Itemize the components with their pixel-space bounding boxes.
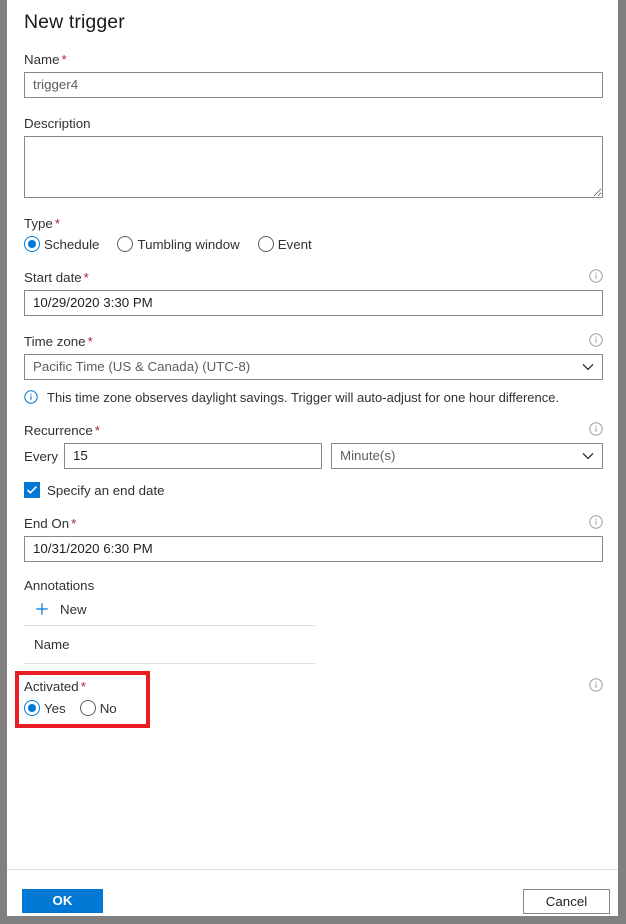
activated-label: Activated * — [24, 679, 86, 694]
recurrence-unit-value: Minute(s) — [340, 448, 396, 463]
info-icon[interactable] — [589, 269, 603, 283]
annotations-column-header-name: Name — [34, 637, 70, 652]
name-label: Name * — [24, 52, 67, 67]
time-zone-dropdown[interactable]: Pacific Time (US & Canada) (UTC-8) — [24, 354, 603, 380]
dialog-body: New trigger Name * trigger4 Description T… — [7, 0, 618, 869]
name-field-group: Name * trigger4 — [24, 51, 603, 98]
new-trigger-dialog: New trigger Name * trigger4 Description T… — [7, 0, 618, 916]
type-radio-group: Schedule Tumbling window Event — [24, 236, 603, 252]
activated-radio-yes[interactable]: Yes — [24, 700, 66, 716]
start-date-field-group: Start date * 10/29/2020 3:30 PM — [24, 269, 603, 316]
plus-icon — [34, 601, 50, 617]
chevron-down-icon — [582, 355, 594, 379]
radio-unselected-icon — [257, 236, 274, 252]
time-zone-value: Pacific Time (US & Canada) (UTC-8) — [33, 359, 251, 374]
required-asterisk: * — [71, 516, 77, 531]
info-icon[interactable] — [589, 515, 603, 529]
type-radio-event[interactable]: Event — [257, 236, 312, 252]
start-date-label: Start date * — [24, 270, 89, 285]
recurrence-field-group: Recurrence * Every 15 Minute(s) — [24, 422, 603, 469]
time-zone-label: Time zone * — [24, 334, 93, 349]
description-field-group: Description — [24, 115, 603, 198]
recurrence-every-label: Every — [24, 448, 58, 464]
time-zone-field-group: Time zone * Pacific Time (US & Canada) (U… — [24, 333, 603, 380]
dialog-footer: OK Cancel — [7, 869, 618, 916]
required-asterisk: * — [83, 270, 89, 285]
end-on-label: End On * — [24, 516, 77, 531]
name-input[interactable]: trigger4 — [24, 72, 603, 98]
required-asterisk: * — [87, 334, 93, 349]
activated-field-group: Activated * Yes No — [15, 671, 603, 728]
type-radio-tumbling-window[interactable]: Tumbling window — [117, 236, 240, 252]
window-frame: New trigger Name * trigger4 Description T… — [0, 0, 626, 924]
add-annotation-button[interactable]: New — [24, 601, 314, 617]
end-on-field-group: End On * 10/31/2020 6:30 PM — [24, 515, 603, 562]
required-asterisk: * — [54, 216, 61, 231]
required-asterisk: * — [94, 423, 100, 438]
type-radio-schedule-label: Schedule — [44, 236, 100, 252]
activated-radio-group: Yes No — [24, 700, 603, 716]
description-label: Description — [24, 116, 91, 131]
end-on-input[interactable]: 10/31/2020 6:30 PM — [24, 536, 603, 562]
recurrence-unit-dropdown[interactable]: Minute(s) — [331, 443, 603, 469]
type-radio-schedule[interactable]: Schedule — [24, 236, 99, 252]
radio-selected-icon — [24, 236, 40, 252]
recurrence-interval-input[interactable]: 15 — [64, 443, 322, 469]
activated-radio-no[interactable]: No — [79, 700, 117, 716]
recurrence-label: Recurrence * — [24, 423, 100, 438]
required-asterisk: * — [80, 679, 86, 694]
type-radio-event-label: Event — [277, 236, 312, 252]
type-radio-tumbling-window-label: Tumbling window — [137, 236, 240, 252]
info-icon[interactable] — [589, 678, 603, 692]
page-title: New trigger — [24, 11, 125, 33]
radio-selected-icon — [24, 700, 40, 716]
checkbox-checked-icon — [24, 482, 40, 498]
ok-button[interactable]: OK — [22, 889, 103, 913]
required-asterisk: * — [61, 52, 67, 67]
annotations-label: Annotations — [24, 578, 95, 593]
type-label: Type * — [24, 216, 61, 231]
info-icon[interactable] — [589, 333, 603, 347]
time-zone-info-text: This time zone observes daylight savings… — [47, 390, 560, 405]
info-icon — [24, 390, 38, 404]
type-field-group: Type * Schedule Tumbling window Event — [24, 215, 603, 252]
annotations-divider-bottom — [24, 663, 315, 664]
cancel-button[interactable]: Cancel — [523, 889, 610, 914]
description-textarea[interactable] — [24, 136, 603, 198]
chevron-down-icon — [582, 444, 594, 468]
time-zone-info-message: This time zone observes daylight savings… — [24, 390, 603, 405]
start-date-input[interactable]: 10/29/2020 3:30 PM — [24, 290, 603, 316]
checkmark-icon — [26, 486, 37, 494]
specify-end-date-label: Specify an end date — [47, 482, 165, 498]
add-annotation-label: New — [60, 601, 87, 617]
radio-unselected-icon — [117, 236, 134, 252]
recurrence-row: Every 15 Minute(s) — [24, 443, 603, 469]
annotations-group: Annotations New Name — [24, 577, 603, 664]
radio-unselected-icon — [79, 700, 96, 716]
activated-radio-no-label: No — [99, 700, 117, 716]
activated-radio-yes-label: Yes — [44, 700, 66, 716]
info-icon[interactable] — [589, 422, 603, 436]
specify-end-date-checkbox[interactable]: Specify an end date — [24, 482, 603, 498]
